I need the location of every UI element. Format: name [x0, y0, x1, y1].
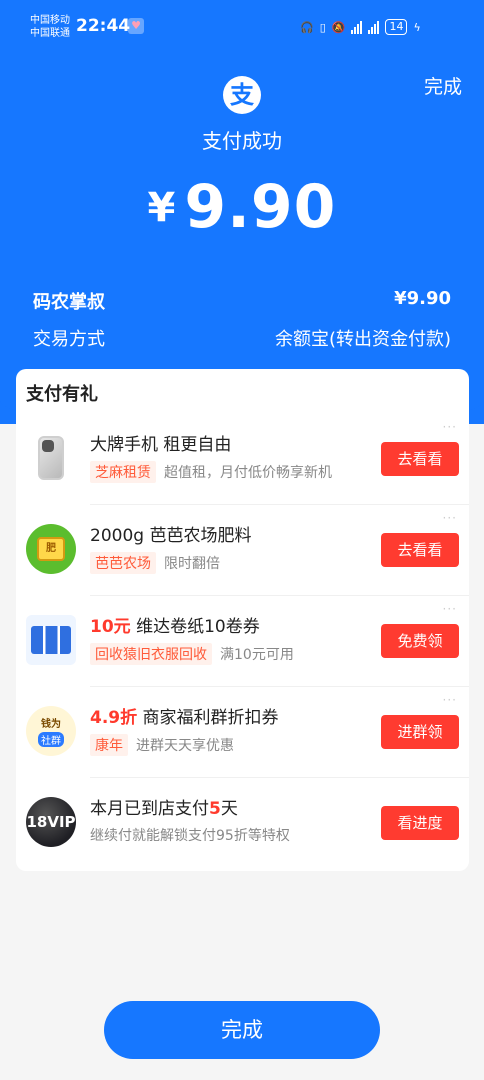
gift-subtitle: 芝麻租赁 超值租，月付低价畅享新机 — [90, 461, 332, 483]
gift-tag: 芝麻租赁 — [90, 461, 156, 483]
amount-value: 9.90 — [184, 172, 337, 242]
merchant-amount: ¥9.90 — [394, 288, 451, 309]
tissue-icon — [26, 615, 76, 665]
gift-title: 2000g 芭芭农场肥料 — [90, 526, 252, 546]
gift-desc: 限时翻倍 — [164, 556, 220, 572]
gift-tag: 康年 — [90, 734, 128, 756]
system-icons: 🎧 ▯ 🔕 14 ϟ — [300, 17, 421, 37]
gift-title: 10元 维达卷纸10卷券 — [90, 612, 260, 637]
more-icon[interactable]: ··· — [443, 693, 457, 707]
payment-method-value: 余额宝(转出资金付款) — [274, 329, 451, 350]
gift-title-highlight: 4.9折 — [90, 708, 138, 728]
group-icon: 钱为 社群 — [26, 706, 76, 756]
gift-desc: 继续付就能解锁支付95折等特权 — [90, 828, 290, 844]
gift-subtitle: 回收猿旧衣服回收 满10元可用 — [90, 643, 294, 665]
phone-icon — [26, 433, 76, 483]
carrier-1: 中国移动 — [30, 15, 70, 26]
gift-title-text: 维达卷纸10卷券 — [136, 617, 260, 637]
more-icon[interactable]: ··· — [443, 511, 457, 525]
gift-desc: 超值租，月付低价畅享新机 — [164, 465, 332, 481]
vibrate-icon: ▯ — [319, 20, 326, 34]
more-icon[interactable]: ··· — [443, 602, 457, 616]
gift-desc: 满10元可用 — [220, 647, 294, 663]
gift-tag: 芭芭农场 — [90, 552, 156, 574]
headphones-icon: 🎧 — [300, 20, 314, 34]
payment-method-label: 交易方式 — [33, 329, 105, 350]
currency-symbol: ¥ — [147, 185, 177, 231]
gift-item-group-coupon[interactable]: ··· 钱为 社群 4.9折 商家福利群折扣券 康年 进群天天享优惠 进群领 — [16, 687, 469, 778]
signal-5g-2-icon — [368, 20, 380, 34]
view-button[interactable]: 去看看 — [381, 442, 459, 476]
gift-title-text: 商家福利群折扣券 — [142, 708, 279, 728]
gift-item-vip-progress[interactable]: 18VIP 本月已到店支付5天 继续付就能解锁支付95折等特权 看进度 — [16, 778, 469, 869]
gift-item-tissue-coupon[interactable]: ··· 10元 维达卷纸10卷券 回收猿旧衣服回收 满10元可用 免费领 — [16, 596, 469, 687]
gift-title-suffix: 天 — [220, 799, 238, 819]
payment-amount: ¥9.90 — [0, 172, 484, 242]
gift-subtitle: 继续付就能解锁支付95折等特权 — [90, 825, 290, 845]
gift-title-prefix: 本月已到店支付 — [90, 799, 209, 819]
gift-desc: 进群天天享优惠 — [136, 738, 234, 754]
payment-method-row: 交易方式 余额宝(转出资金付款) — [33, 325, 451, 351]
gift-subtitle: 康年 进群天天享优惠 — [90, 734, 234, 756]
gifts-title: 支付有礼 — [26, 384, 98, 405]
charging-icon: ϟ — [413, 20, 421, 34]
gift-title-highlight: 10元 — [90, 617, 131, 637]
vip-icon: 18VIP — [26, 797, 76, 847]
alipay-logo-icon: 支 — [223, 76, 261, 114]
gifts-card: 支付有礼 ··· 大牌手机 租更自由 芝麻租赁 超值租，月付低价畅享新机 去看看… — [16, 369, 469, 871]
battery-icon: 14 — [385, 19, 408, 35]
claim-free-button[interactable]: 免费领 — [381, 624, 459, 658]
clock: 22:44 — [76, 16, 131, 36]
status-bar: 中国移动 中国联通 22:44 ♥ 🎧 ▯ 🔕 14 ϟ — [0, 0, 484, 52]
merchant-name: 码农掌叔 — [33, 292, 105, 313]
gift-title: 4.9折 商家福利群折扣券 — [90, 703, 279, 728]
gift-subtitle: 芭芭农场 限时翻倍 — [90, 552, 220, 574]
heart-icon: ♥ — [128, 18, 144, 34]
group-icon-badge: 社群 — [38, 732, 64, 747]
view-progress-button[interactable]: 看进度 — [381, 806, 459, 840]
mute-icon: 🔕 — [331, 20, 346, 34]
gift-item-farm[interactable]: ··· 肥 2000g 芭芭农场肥料 芭芭农场 限时翻倍 去看看 — [16, 505, 469, 596]
done-button[interactable]: 完成 — [104, 1001, 380, 1059]
gift-title: 大牌手机 租更自由 — [90, 435, 232, 455]
join-group-button[interactable]: 进群领 — [381, 715, 459, 749]
signal-5g-1-icon — [351, 20, 363, 34]
fertilizer-icon: 肥 — [26, 524, 76, 574]
more-icon[interactable]: ··· — [443, 420, 457, 434]
gift-title: 本月已到店支付5天 — [90, 794, 238, 819]
done-link-top[interactable]: 完成 — [424, 72, 462, 99]
carrier-label: 中国移动 中国联通 — [30, 14, 70, 40]
payment-success-title: 支付成功 — [202, 129, 282, 153]
carrier-2: 中国联通 — [30, 28, 70, 39]
group-icon-text: 钱为 — [41, 719, 61, 730]
gift-item-phone-rental[interactable]: ··· 大牌手机 租更自由 芝麻租赁 超值租，月付低价畅享新机 去看看 — [16, 414, 469, 505]
view-button[interactable]: 去看看 — [381, 533, 459, 567]
merchant-row: 码农掌叔 ¥9.90 — [33, 288, 451, 314]
gift-title-highlight: 5 — [209, 799, 221, 819]
gift-tag: 回收猿旧衣服回收 — [90, 643, 212, 665]
